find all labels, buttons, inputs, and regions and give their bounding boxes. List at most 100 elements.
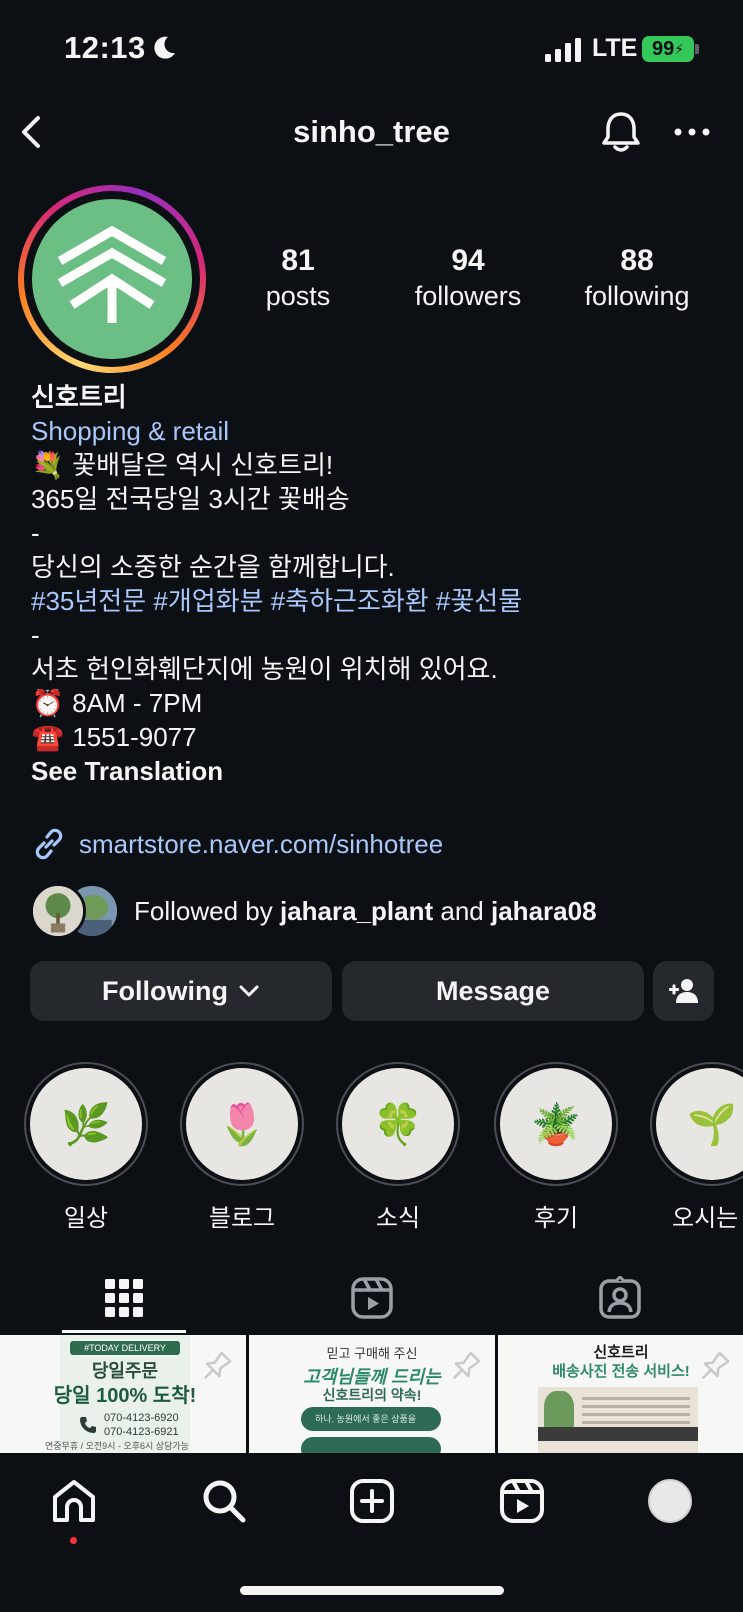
highlight-label: 소식: [375, 1205, 421, 1232]
followed-by-user-1: jahara_plant: [279, 895, 434, 926]
bell-icon[interactable]: [598, 108, 644, 156]
post-pill-text: 하나. 농원에서 좋은 상품을: [315, 1414, 417, 1424]
posts-label: posts: [265, 281, 331, 311]
tab-reels[interactable]: [282, 1262, 462, 1334]
bio-phone: ☎️ 1551-9077: [31, 720, 721, 754]
post-pill: [301, 1437, 441, 1453]
chevron-down-icon: [239, 985, 259, 997]
more-options-icon[interactable]: [672, 122, 712, 142]
highlight-label: 일상: [63, 1205, 109, 1232]
stat-following[interactable]: 88 following: [567, 243, 707, 313]
link-text: smartstore.naver.com/sinhotree: [79, 828, 444, 859]
nav-search[interactable]: [198, 1475, 250, 1527]
post-title-2: 당일 100% 도착!: [53, 1385, 197, 1407]
search-icon: [203, 1480, 246, 1523]
message-button-label: Message: [435, 975, 551, 1006]
herb-icon: 🌿: [30, 1068, 142, 1180]
tagged-person-icon: [599, 1276, 641, 1319]
followers-count: 94: [451, 244, 485, 277]
profile-display-name: 신호트리: [31, 382, 127, 412]
stat-followers[interactable]: 94 followers: [398, 243, 538, 313]
profile-avatar-story-ring[interactable]: [18, 185, 206, 373]
active-tab-indicator: [62, 1330, 186, 1333]
pin-icon: [452, 1351, 481, 1380]
post-thumbnail[interactable]: #TODAY DELIVERY 당일주문 당일 100% 도착! 070-412…: [0, 1335, 246, 1453]
nav-home[interactable]: [48, 1475, 100, 1527]
reels-icon: [351, 1277, 393, 1319]
highlight-item[interactable]: 🪴 후기: [494, 1062, 618, 1233]
post-pill: 하나. 농원에서 좋은 상품을: [301, 1407, 441, 1431]
link-icon: [35, 828, 63, 860]
see-translation-link[interactable]: See Translation: [31, 754, 721, 788]
highlight-item[interactable]: 🍀 소식: [336, 1062, 460, 1233]
bio-line-4: 당신의 소중한 순간을 함께합니다.: [31, 552, 395, 582]
highlight-label: 후기: [533, 1205, 579, 1232]
home-icon: [53, 1480, 95, 1522]
bio-phone-text: 1551-9077: [72, 722, 197, 752]
highlight-item[interactable]: 🌿 일상: [24, 1062, 148, 1233]
home-indicator: [240, 1586, 504, 1595]
reels-icon: [500, 1479, 544, 1523]
bio-line-1: 💐 꽃배달은 역시 신호트리!: [31, 448, 721, 482]
tulip-icon: 🌷: [186, 1068, 298, 1180]
pin-icon: [701, 1351, 730, 1380]
seedling-icon: 🌱: [656, 1068, 743, 1180]
highlight-item[interactable]: 🌱 오시는 길: [650, 1062, 743, 1233]
following-button[interactable]: Following: [30, 961, 332, 1021]
highlight-ring: 🍀: [336, 1062, 460, 1186]
bottom-navigation: [0, 1453, 743, 1612]
content-tab-bar: [0, 1262, 743, 1334]
bio-line-1-text: 꽃배달은 역시 신호트리!: [72, 450, 334, 480]
profile-avatar-small: [648, 1479, 692, 1523]
post-thumbnail[interactable]: 믿고 구매해 주신 고객님들께 드리는 신호트리의 약속! 하나. 농원에서 좋…: [249, 1335, 495, 1453]
bio-hashtags[interactable]: #35년전문 #개업화분 #축하근조화환 #꽃선물: [31, 584, 721, 618]
tab-tagged[interactable]: [530, 1262, 710, 1334]
external-link[interactable]: smartstore.naver.com/sinhotree: [31, 826, 443, 862]
followed-by-user-2: jahara08: [491, 895, 597, 926]
following-count: 88: [620, 244, 654, 277]
highlight-ring: 🌿: [24, 1062, 148, 1186]
grid-icon: [105, 1279, 143, 1317]
battery-icon: 99 ⚡: [642, 36, 694, 62]
highlight-ring: 🌱: [650, 1062, 743, 1186]
mutual-avatar-1: [30, 883, 86, 939]
bio-line-7: 서초 헌인화훼단지에 농원이 위치해 있어요.: [31, 654, 498, 684]
tab-grid[interactable]: [34, 1262, 214, 1334]
posts-count: 81: [281, 244, 315, 277]
highlight-ring: 🌷: [180, 1062, 304, 1186]
status-bar: 12:13 LTE 99 ⚡: [0, 0, 743, 100]
post-thumbnail[interactable]: 신호트리 배송사진 전송 서비스!: [498, 1335, 743, 1453]
post-title-3: 신호트리의 약속!: [322, 1387, 422, 1403]
post-photo-card: [538, 1387, 698, 1453]
stat-posts[interactable]: 81 posts: [228, 243, 368, 313]
bio-line-2: 365일 전국당일 3시간 꽃배송: [31, 484, 350, 514]
message-button[interactable]: Message: [342, 961, 644, 1021]
tree-logo-icon: [57, 225, 167, 323]
following-label: following: [584, 281, 690, 311]
battery-level: 99: [651, 37, 675, 60]
notification-dot: [70, 1537, 77, 1544]
profile-category[interactable]: Shopping & retail: [31, 414, 721, 448]
telephone-icon: ☎️: [31, 722, 65, 752]
bio-line-6: -: [31, 620, 40, 650]
four-leaf-clover-icon: 🍀: [342, 1068, 454, 1180]
nav-profile[interactable]: [644, 1475, 696, 1527]
potted-plant-icon: 🪴: [500, 1068, 612, 1180]
phone-icon: [80, 1417, 96, 1433]
nav-create[interactable]: [346, 1475, 398, 1527]
followed-by-prefix: Followed by: [134, 895, 273, 926]
highlight-ring: 🪴: [494, 1062, 618, 1186]
followed-by-joiner: and: [440, 895, 484, 926]
moon-icon: [154, 36, 175, 59]
highlight-item[interactable]: 🌷 블로그: [180, 1062, 304, 1233]
highlight-label: 오시는 길: [672, 1205, 743, 1232]
bio-hours-text: 8AM - 7PM: [72, 688, 203, 718]
followed-by-row[interactable]: Followed by jahara_plant and jahara08: [30, 883, 597, 939]
nav-header: sinho_tree: [0, 100, 743, 164]
highlight-label: 블로그: [208, 1205, 276, 1232]
post-note: 연중무휴 / 오전9시 - 오후6시 상담가능: [45, 1441, 189, 1451]
post-phone-numbers: 070-4123-6920 070-4123-6921: [104, 1411, 179, 1439]
network-label: LTE: [592, 34, 638, 62]
add-user-button[interactable]: [653, 961, 714, 1021]
nav-reels[interactable]: [496, 1475, 548, 1527]
